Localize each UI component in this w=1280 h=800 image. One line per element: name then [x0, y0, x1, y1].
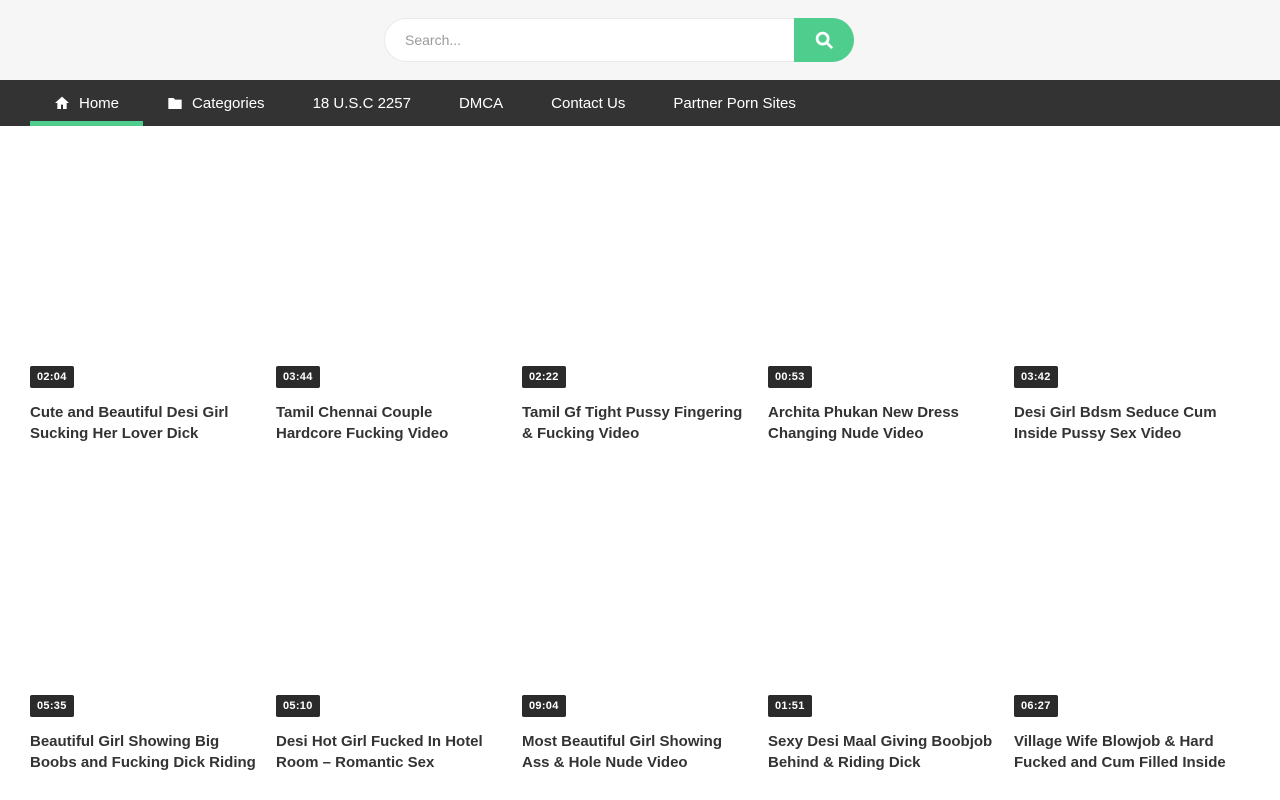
video-card: 02:22 Tamil Gf Tight Pussy Fingering & F…: [522, 141, 748, 444]
video-title[interactable]: Desi Girl Bdsm Seduce Cum Inside Pussy S…: [1014, 402, 1240, 444]
video-card: 09:04 Most Beautiful Girl Showing Ass & …: [522, 470, 748, 773]
video-card: 02:04 Cute and Beautiful Desi Girl Sucki…: [30, 141, 256, 444]
nav-item-label: DMCA: [459, 95, 503, 112]
nav-item-label: Partner Porn Sites: [673, 95, 796, 112]
search-button[interactable]: [794, 18, 854, 62]
nav-item-dmca[interactable]: DMCA: [435, 80, 527, 126]
main-nav: Home Categories 18 U.S.C 2257 DMCA Conta…: [0, 80, 1280, 126]
video-title[interactable]: Tamil Chennai Couple Hardcore Fucking Vi…: [276, 402, 502, 444]
video-title[interactable]: Archita Phukan New Dress Changing Nude V…: [768, 402, 994, 444]
duration-badge: 05:35: [30, 695, 74, 717]
video-thumbnail[interactable]: 01:51: [768, 470, 994, 722]
video-card: 01:51 Sexy Desi Maal Giving Boobjob Behi…: [768, 470, 994, 773]
duration-badge: 00:53: [768, 366, 812, 388]
nav-item-contact-us[interactable]: Contact Us: [527, 80, 649, 126]
video-card: 03:44 Tamil Chennai Couple Hardcore Fuck…: [276, 141, 502, 444]
nav-item-18-u-s-c-2257[interactable]: 18 U.S.C 2257: [289, 80, 435, 126]
home-icon: [54, 95, 70, 111]
video-thumbnail[interactable]: 06:27: [1014, 470, 1240, 722]
duration-badge: 02:22: [522, 366, 566, 388]
video-title[interactable]: Desi Hot Girl Fucked In Hotel Room – Rom…: [276, 731, 502, 773]
nav-item-label: 18 U.S.C 2257: [313, 95, 411, 112]
video-thumbnail[interactable]: 02:04: [30, 141, 256, 393]
duration-badge: 02:04: [30, 366, 74, 388]
nav-item-label: Home: [79, 95, 119, 112]
duration-badge: 09:04: [522, 695, 566, 717]
video-title[interactable]: Tamil Gf Tight Pussy Fingering & Fucking…: [522, 402, 748, 444]
video-title[interactable]: Sexy Desi Maal Giving Boobjob Behind & R…: [768, 731, 994, 773]
duration-badge: 06:27: [1014, 695, 1058, 717]
video-card: 05:10 Desi Hot Girl Fucked In Hotel Room…: [276, 470, 502, 773]
video-title[interactable]: Cute and Beautiful Desi Girl Sucking Her…: [30, 402, 256, 444]
duration-badge: 01:51: [768, 695, 812, 717]
video-grid: 02:04 Cute and Beautiful Desi Girl Sucki…: [30, 141, 1240, 773]
duration-badge: 05:10: [276, 695, 320, 717]
search-input[interactable]: [384, 18, 854, 62]
video-title[interactable]: Most Beautiful Girl Showing Ass & Hole N…: [522, 731, 748, 773]
video-thumbnail[interactable]: 03:44: [276, 141, 502, 393]
search-form: [384, 18, 854, 62]
video-thumbnail[interactable]: 00:53: [768, 141, 994, 393]
video-thumbnail[interactable]: 02:22: [522, 141, 748, 393]
video-card: 06:27 Village Wife Blowjob & Hard Fucked…: [1014, 470, 1240, 773]
folder-icon: [167, 95, 183, 111]
video-card: 05:35 Beautiful Girl Showing Big Boobs a…: [30, 470, 256, 773]
video-card: 00:53 Archita Phukan New Dress Changing …: [768, 141, 994, 444]
nav-item-label: Contact Us: [551, 95, 625, 112]
nav-item-partner-porn-sites[interactable]: Partner Porn Sites: [649, 80, 820, 126]
header: [0, 0, 1280, 80]
video-card: 03:42 Desi Girl Bdsm Seduce Cum Inside P…: [1014, 141, 1240, 444]
nav-item-categories[interactable]: Categories: [143, 80, 289, 126]
duration-badge: 03:42: [1014, 366, 1058, 388]
search-icon: [813, 29, 835, 51]
video-thumbnail[interactable]: 05:35: [30, 470, 256, 722]
video-thumbnail[interactable]: 05:10: [276, 470, 502, 722]
duration-badge: 03:44: [276, 366, 320, 388]
nav-item-home[interactable]: Home: [30, 80, 143, 126]
video-thumbnail[interactable]: 03:42: [1014, 141, 1240, 393]
video-thumbnail[interactable]: 09:04: [522, 470, 748, 722]
video-title[interactable]: Beautiful Girl Showing Big Boobs and Fuc…: [30, 731, 256, 773]
nav-item-label: Categories: [192, 95, 265, 112]
video-title[interactable]: Village Wife Blowjob & Hard Fucked and C…: [1014, 731, 1240, 773]
